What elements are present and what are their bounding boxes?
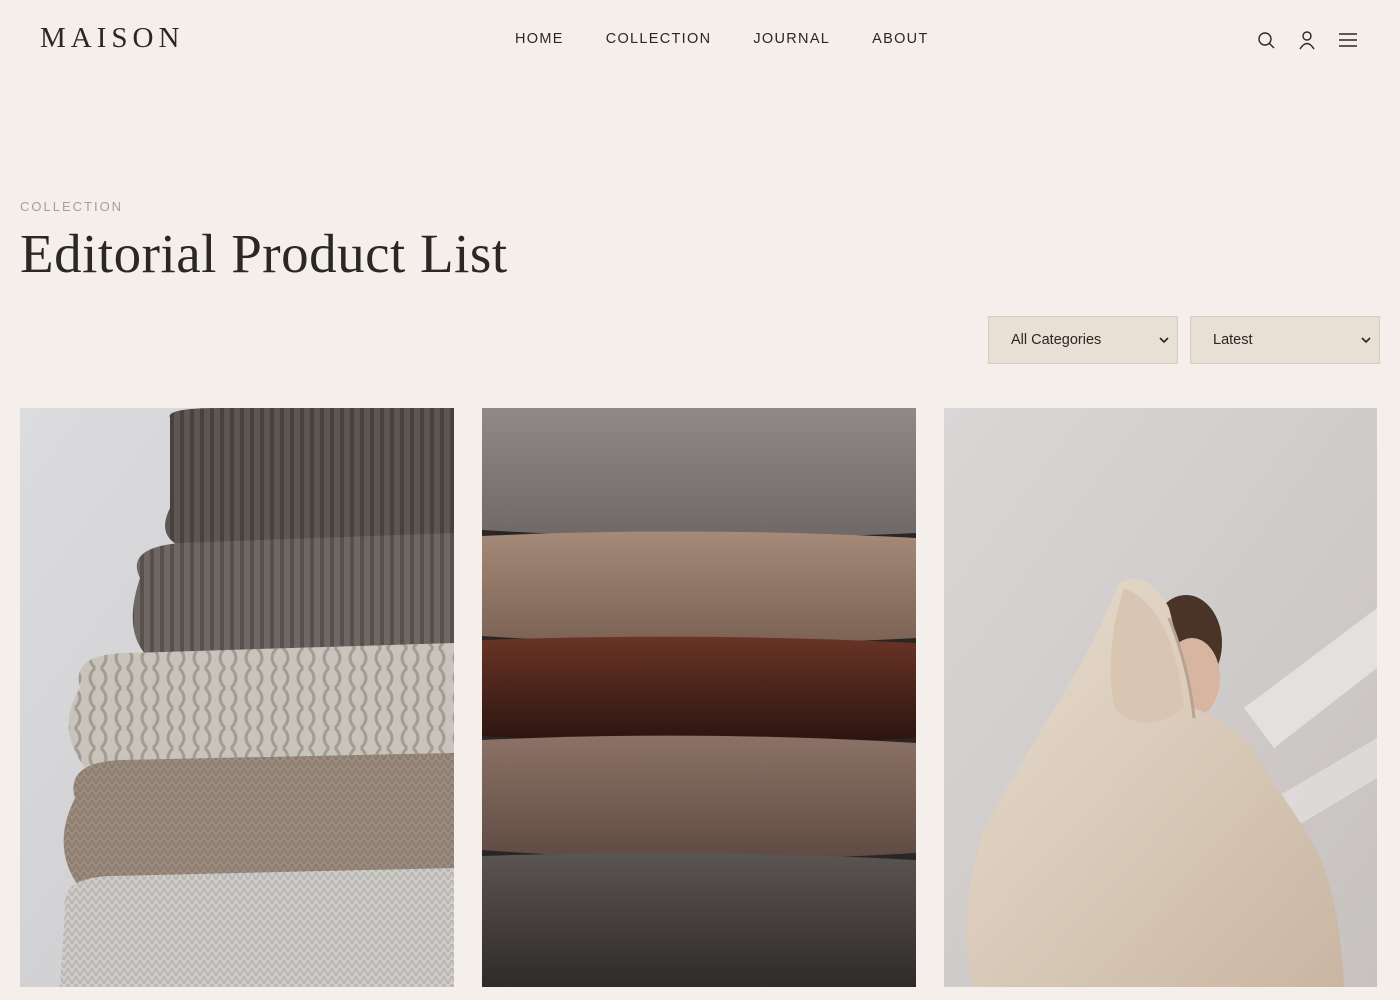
nav-collection[interactable]: COLLECTION bbox=[606, 31, 712, 47]
page-title: Editorial Product List bbox=[20, 223, 508, 284]
product-grid bbox=[20, 408, 1380, 988]
model-sweater-image bbox=[944, 408, 1377, 987]
product-card-image[interactable] bbox=[20, 408, 454, 987]
folded-cashmere-image bbox=[482, 408, 916, 987]
product-card-image[interactable] bbox=[482, 408, 916, 987]
main-nav: HOME COLLECTION JOURNAL ABOUT bbox=[515, 31, 929, 47]
sort-select-value: Latest bbox=[1213, 332, 1253, 348]
brand-logo[interactable]: MAISON bbox=[40, 22, 184, 55]
site-header: MAISON HOME COLLECTION JOURNAL ABOUT bbox=[0, 0, 1400, 80]
chevron-down-icon bbox=[1361, 337, 1371, 344]
sort-select[interactable]: Latest bbox=[1190, 316, 1380, 364]
filter-bar: All Categories Latest bbox=[988, 316, 1380, 364]
category-select-value: All Categories bbox=[1011, 332, 1102, 348]
nav-home[interactable]: HOME bbox=[515, 31, 564, 47]
chevron-down-icon bbox=[1159, 337, 1169, 344]
header-actions bbox=[1255, 29, 1359, 51]
product-card-image[interactable] bbox=[944, 408, 1377, 987]
menu-icon[interactable] bbox=[1337, 29, 1359, 51]
stacked-sweaters-image bbox=[20, 408, 454, 987]
category-select[interactable]: All Categories bbox=[988, 316, 1178, 364]
page-eyebrow: COLLECTION bbox=[20, 199, 124, 214]
nav-about[interactable]: ABOUT bbox=[872, 31, 928, 47]
user-icon[interactable] bbox=[1296, 29, 1318, 51]
nav-journal[interactable]: JOURNAL bbox=[753, 31, 830, 47]
search-icon[interactable] bbox=[1255, 29, 1277, 51]
